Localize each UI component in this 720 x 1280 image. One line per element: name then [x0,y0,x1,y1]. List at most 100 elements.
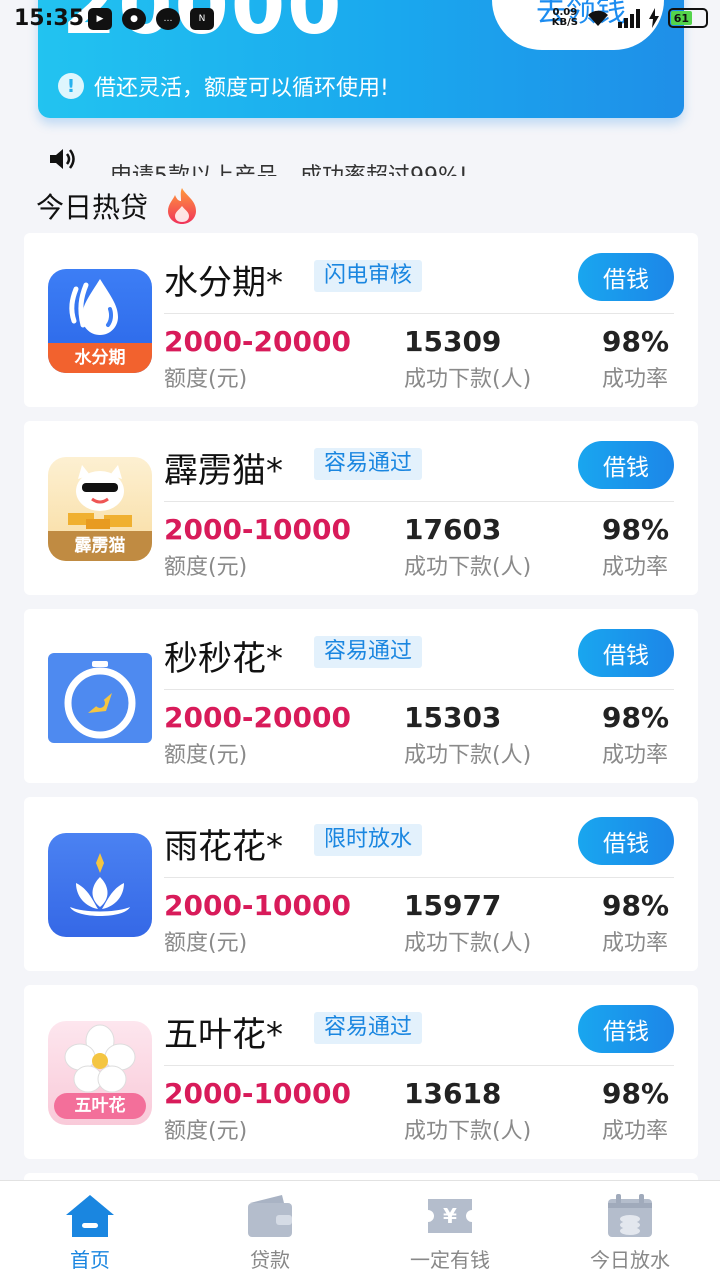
success-count-label: 成功下款(人) [404,555,532,580]
tab-sure-money[interactable]: ¥ 一定有钱 [360,1181,540,1280]
product-logo-yuhuahua [48,833,152,937]
wifi-icon [588,10,608,26]
success-count: 17603 [404,513,502,546]
battery-level: 61 [671,11,692,25]
status-bar: 15:35 ▶ ● … N 0.09 KB/S 61 [0,0,720,40]
flower-icon [64,1024,136,1093]
logo-label: 霹雳猫 [48,531,152,561]
success-count-label: 成功下款(人) [404,1119,532,1144]
status-right: 0.09 KB/S 61 [552,8,708,28]
success-count-label: 成功下款(人) [404,367,532,392]
banner-tip-text: 借还灵活，额度可以循环使用! [94,76,389,101]
network-speed-unit: KB/S [551,17,578,28]
water-drop-icon [69,279,118,335]
divider [164,501,674,502]
success-rate: 98% [602,325,670,358]
product-tag: 限时放水 [314,824,423,856]
info-icon: ! [58,73,84,99]
product-name: 五叶花* [164,1015,283,1055]
product-card[interactable]: 霹雳猫 霹雳猫* 容易通过 借钱 2000-10000 额度(元) 17603 … [24,421,698,595]
loan-amount-label: 额度(元) [164,1119,248,1144]
success-rate-label: 成功率 [602,931,669,956]
loan-amount-label: 额度(元) [164,555,248,580]
success-rate-label: 成功率 [602,743,669,768]
product-logo-wuyehua: 五叶花 [48,1021,152,1125]
tab-today-release[interactable]: 今日放水 [540,1181,720,1280]
divider [164,1065,674,1066]
loan-amount: 2000-10000 [164,889,351,922]
banner-tip: ! 借还灵活，额度可以循环使用! [58,70,389,102]
borrow-button[interactable]: 借钱 [578,253,674,301]
success-rate: 98% [602,513,670,546]
speaker-icon [50,149,75,169]
loan-amount-label: 额度(元) [164,743,248,768]
success-rate: 98% [602,1077,670,1110]
wallet-icon [248,1195,292,1237]
network-speed: 0.09 KB/S [552,8,578,28]
signal-icon [618,8,640,28]
battery-icon: 61 [668,8,708,28]
tab-label: 贷款 [250,1248,290,1272]
product-logo-miaomiaohua [48,653,152,743]
borrow-button[interactable]: 借钱 [578,1005,674,1053]
borrow-button[interactable]: 借钱 [578,629,674,677]
product-name: 水分期* [164,263,283,303]
bottom-tab-bar: 首页 贷款 ¥ 一定有钱 今日放水 [0,1180,720,1280]
borrow-button[interactable]: 借钱 [578,441,674,489]
success-count-label: 成功下款(人) [404,743,532,768]
product-card[interactable]: 五叶花 五叶花* 容易通过 借钱 2000-10000 额度(元) 13618 … [24,985,698,1159]
product-logo-shuifenqi: 水分期 [48,269,152,373]
tab-label: 今日放水 [590,1248,670,1272]
product-tag: 容易通过 [314,1012,423,1044]
divider [164,313,674,314]
section-title: 今日热贷 [36,186,202,226]
success-rate-label: 成功率 [602,367,669,392]
logo-label: 水分期 [48,343,152,373]
tab-loan[interactable]: 贷款 [180,1181,360,1280]
success-count: 15309 [404,325,502,358]
play-app-icon: ▶ [88,8,112,30]
borrow-button[interactable]: 借钱 [578,817,674,865]
loan-amount: 2000-10000 [164,513,351,546]
loan-amount: 2000-20000 [164,701,351,734]
product-card[interactable]: 秒秒花* 容易通过 借钱 2000-20000 额度(元) 15303 成功下款… [24,609,698,783]
loan-amount-label: 额度(元) [164,931,248,956]
success-rate: 98% [602,701,670,734]
divider [164,877,674,878]
chat-app-icon: ● [122,8,146,30]
success-count-label: 成功下款(人) [404,931,532,956]
product-name: 霹雳猫* [164,451,283,491]
product-name: 秒秒花* [164,639,283,679]
loan-amount: 2000-10000 [164,1077,351,1110]
product-list: 水分期 水分期* 闪电审核 借钱 2000-20000 额度(元) 15309 … [24,233,698,1227]
charging-icon [649,8,659,28]
loan-amount: 2000-20000 [164,325,351,358]
news-app-icon: N [190,8,214,30]
stopwatch-icon [64,661,136,739]
success-rate: 98% [602,889,670,922]
section-title-text: 今日热贷 [36,191,149,224]
product-card[interactable]: 雨花花* 限时放水 借钱 2000-10000 额度(元) 15977 成功下款… [24,797,698,971]
success-count: 15977 [404,889,502,922]
product-card[interactable]: 水分期 水分期* 闪电审核 借钱 2000-20000 额度(元) 15309 … [24,233,698,407]
message-app-icon: … [156,8,180,30]
product-logo-pilimao: 霹雳猫 [48,457,152,561]
success-count: 13618 [404,1077,502,1110]
success-rate-label: 成功率 [602,1119,669,1144]
product-name: 雨花花* [164,827,283,867]
success-count: 15303 [404,701,502,734]
loan-amount-label: 额度(元) [164,367,248,392]
lotus-icon [70,853,130,916]
product-tag: 闪电审核 [314,260,423,292]
product-tag: 容易通过 [314,636,423,668]
calendar-coin-icon [608,1194,652,1237]
tab-label: 首页 [70,1248,110,1272]
status-time: 15:35 [14,6,85,31]
logo-label: 五叶花 [54,1093,146,1119]
announcement-bar: 申请5款以上产品，成功率超过99%! [48,146,688,176]
product-tag: 容易通过 [314,448,423,480]
lucky-cat-icon [68,465,132,529]
announcement-text: 申请5款以上产品，成功率超过99%! [110,158,468,176]
tab-home[interactable]: 首页 [0,1181,180,1280]
home-icon [66,1195,114,1237]
